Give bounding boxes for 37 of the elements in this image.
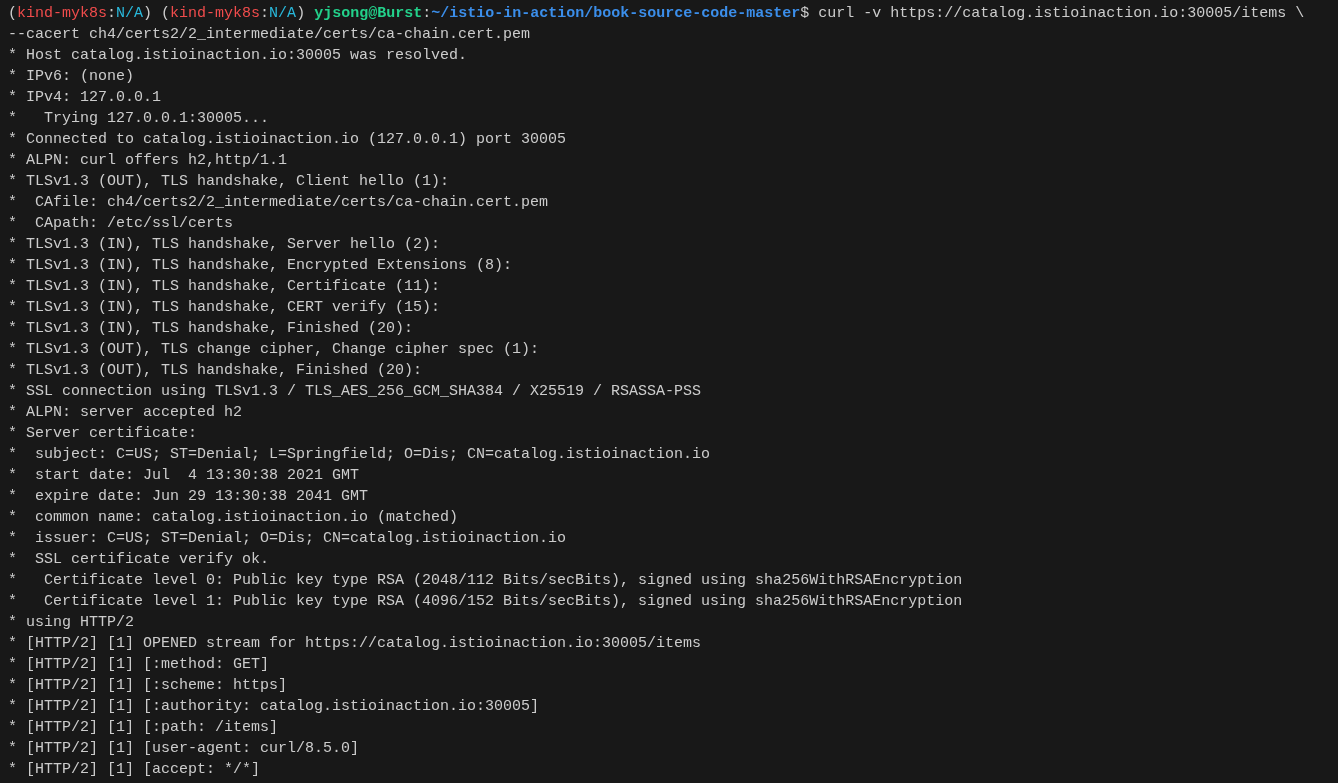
- output-line: * Server certificate:: [8, 424, 199, 444]
- output-line: * issuer: C=US; ST=Denial; O=Dis; CN=catalog.istioinaction.io: [8, 529, 568, 549]
- output-line: * [HTTP/2] [1] [:authority: catalog.istioinaction.io:30005]: [8, 697, 541, 717]
- output-line: * TLSv1.3 (OUT), TLS handshake, Client hello (1):: [8, 172, 451, 192]
- output-line: * [HTTP/2] [1] [:method: GET]: [8, 655, 271, 675]
- output-line: * TLSv1.3 (IN), TLS handshake, CERT verify (15):: [8, 298, 442, 318]
- output-line: * CAfile: ch4/certs2/2_intermediate/certs/ca-chain.cert.pem: [8, 193, 550, 213]
- output-line: * TLSv1.3 (IN), TLS handshake, Server hello (2):: [8, 235, 442, 255]
- output-line: * [HTTP/2] [1] OPENED stream for https://catalog.istioinaction.io:30005/items: [8, 634, 703, 654]
- output-line: * TLSv1.3 (OUT), TLS handshake, Finished (20):: [8, 361, 424, 381]
- output-line: * TLSv1.3 (IN), TLS handshake, Finished (20):: [8, 319, 415, 339]
- output-line: * SSL certificate verify ok.: [8, 550, 271, 570]
- output-line: * IPv4: 127.0.0.1: [8, 88, 163, 108]
- prompt-line: (kind-myk8s:N/A) (kind-myk8s:N/A) yjsong@Burst:~/istio-in-action/book-source-code-master$ curl -v https://catalog.istioinaction.io:30005/items \: [8, 4, 1306, 24]
- output-line: * common name: catalog.istioinaction.io (matched): [8, 508, 460, 528]
- output-line: * [HTTP/2] [1] [:path: /items]: [8, 718, 280, 738]
- output-line: * using HTTP/2: [8, 613, 136, 633]
- output-line: * IPv6: (none): [8, 67, 136, 87]
- output-line: * TLSv1.3 (OUT), TLS change cipher, Change cipher spec (1):: [8, 340, 541, 360]
- output-line: * TLSv1.3 (IN), TLS handshake, Certificate (11):: [8, 277, 442, 297]
- output-line: * Host catalog.istioinaction.io:30005 was resolved.: [8, 46, 469, 66]
- output-line: * start date: Jul 4 13:30:38 2021 GMT: [8, 466, 361, 486]
- output-line: * [HTTP/2] [1] [user-agent: curl/8.5.0]: [8, 739, 361, 759]
- output-line: * CApath: /etc/ssl/certs: [8, 214, 235, 234]
- output-line: * SSL connection using TLSv1.3 / TLS_AES_256_GCM_SHA384 / X25519 / RSASSA-PSS: [8, 382, 703, 402]
- output-line: --cacert ch4/certs2/2_intermediate/certs/ca-chain.cert.pem: [8, 25, 532, 45]
- output-line: * [HTTP/2] [1] [accept: */*]: [8, 760, 262, 780]
- output-line: * expire date: Jun 29 13:30:38 2041 GMT: [8, 487, 370, 507]
- output-line: * ALPN: curl offers h2,http/1.1: [8, 151, 289, 171]
- output-line: * ALPN: server accepted h2: [8, 403, 244, 423]
- output-line: * Connected to catalog.istioinaction.io (127.0.0.1) port 30005: [8, 130, 568, 150]
- output-line: * subject: C=US; ST=Denial; L=Springfield; O=Dis; CN=catalog.istioinaction.io: [8, 445, 712, 465]
- output-line: * Certificate level 0: Public key type RSA (2048/112 Bits/secBits), signed using sha256WithRSAEncryption: [8, 571, 964, 591]
- output-line: * TLSv1.3 (IN), TLS handshake, Encrypted Extensions (8):: [8, 256, 514, 276]
- output-line: * [HTTP/2] [1] [:scheme: https]: [8, 676, 289, 696]
- output-line: * Trying 127.0.0.1:30005...: [8, 109, 271, 129]
- output-line: * Certificate level 1: Public key type RSA (4096/152 Bits/secBits), signed using sha256WithRSAEncryption: [8, 592, 964, 612]
